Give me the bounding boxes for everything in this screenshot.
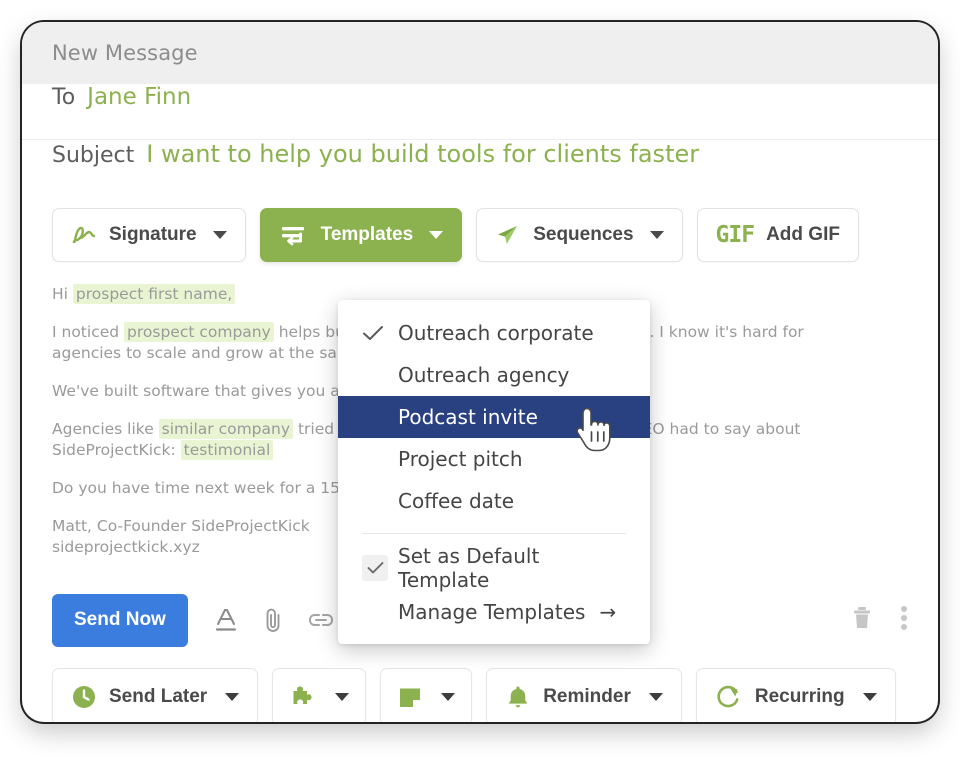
attachment-paperclip-icon[interactable] xyxy=(262,607,284,633)
text-format-icon[interactable] xyxy=(214,607,238,633)
recurring-button[interactable]: Recurring xyxy=(696,668,896,722)
menu-item-set-default-template[interactable]: Set as Default Template xyxy=(338,546,650,590)
insert-link-icon[interactable] xyxy=(308,608,334,632)
subject-field-row[interactable]: Subject I want to help you build tools f… xyxy=(22,140,938,198)
set-default-template-label: Set as Default Template xyxy=(398,544,632,592)
chevron-down-icon[interactable] xyxy=(650,231,664,239)
menu-item-outreach-agency[interactable]: Outreach agency xyxy=(338,354,650,396)
menu-item-coffee-date[interactable]: Coffee date xyxy=(338,480,650,522)
check-icon xyxy=(362,324,398,342)
compose-window: New Message To Jane Finn Subject I want … xyxy=(22,22,938,722)
menu-item-label: Outreach agency xyxy=(398,363,569,387)
gif-icon: GIF xyxy=(716,222,755,248)
chevron-down-icon[interactable] xyxy=(863,693,877,701)
p2-text-a: I noticed xyxy=(52,323,124,341)
menu-item-podcast-invite[interactable]: Podcast invite xyxy=(338,396,650,438)
app-root: New Message To Jane Finn Subject I want … xyxy=(0,0,960,760)
merge-token-first-name: prospect first name, xyxy=(73,284,235,304)
subject-input-value[interactable]: I want to help you build tools for clien… xyxy=(146,140,699,168)
to-label: To xyxy=(52,85,75,110)
signature-button[interactable]: Signature xyxy=(52,208,246,262)
more-options-kebab-icon[interactable] xyxy=(900,605,908,636)
merge-token-similar-company: similar company xyxy=(159,419,293,439)
chevron-down-icon[interactable] xyxy=(429,231,443,239)
to-recipient-value[interactable]: Jane Finn xyxy=(87,84,191,110)
to-field-row[interactable]: To Jane Finn xyxy=(22,84,938,140)
compose-bottom-bar: Send Later xyxy=(22,668,938,722)
menu-item-manage-templates[interactable]: Manage Templates → xyxy=(338,590,650,634)
menu-item-project-pitch[interactable]: Project pitch xyxy=(338,438,650,480)
greeting-text: Hi xyxy=(52,285,73,303)
send-later-label: Send Later xyxy=(109,686,207,708)
templates-dropdown-menu: Outreach corporate Outreach agency Podca… xyxy=(338,300,650,644)
recurring-refresh-icon xyxy=(715,684,743,710)
chevron-down-icon[interactable] xyxy=(213,231,227,239)
window-titlebar: New Message xyxy=(22,22,938,84)
menu-divider xyxy=(362,533,626,534)
puzzle-piece-icon xyxy=(289,684,317,710)
reminder-label: Reminder xyxy=(543,686,631,708)
sequences-button[interactable]: Sequences xyxy=(476,208,682,262)
signature-icon xyxy=(71,223,97,247)
menu-item-outreach-corporate[interactable]: Outreach corporate xyxy=(338,312,650,354)
templates-label: Templates xyxy=(321,224,414,246)
menu-item-label: Podcast invite xyxy=(398,405,538,429)
paper-plane-icon xyxy=(495,223,521,247)
sticky-note-icon xyxy=(397,684,423,710)
subject-label: Subject xyxy=(52,143,134,168)
templates-icon xyxy=(279,223,309,247)
chevron-down-icon[interactable] xyxy=(441,693,455,701)
delete-trash-icon[interactable] xyxy=(850,605,874,636)
templates-button[interactable]: Templates xyxy=(260,208,463,262)
reminder-button[interactable]: Reminder xyxy=(486,668,682,722)
send-now-button[interactable]: Send Now xyxy=(52,594,188,647)
signature-label: Signature xyxy=(109,224,197,246)
menu-item-label: Outreach corporate xyxy=(398,321,594,345)
add-gif-label: Add GIF xyxy=(766,224,840,246)
notes-button[interactable] xyxy=(380,668,472,722)
chevron-down-icon[interactable] xyxy=(225,693,239,701)
arrow-right-icon: → xyxy=(599,600,616,624)
merge-token-company: prospect company xyxy=(124,322,274,342)
action-bar-right-icons xyxy=(850,605,908,636)
sequences-label: Sequences xyxy=(533,224,633,246)
menu-item-label: Project pitch xyxy=(398,447,523,471)
menu-item-label: Coffee date xyxy=(398,489,514,513)
recurring-label: Recurring xyxy=(755,686,845,708)
chevron-down-icon[interactable] xyxy=(335,693,349,701)
manage-templates-label: Manage Templates xyxy=(398,600,585,624)
integrations-button[interactable] xyxy=(272,668,366,722)
add-gif-button[interactable]: GIF Add GIF xyxy=(697,208,859,262)
send-later-button[interactable]: Send Later xyxy=(52,668,258,722)
merge-token-testimonial: testimonial xyxy=(181,440,274,460)
window-title: New Message xyxy=(52,41,198,65)
compose-toolbar: Signature Templates xyxy=(22,198,938,262)
checkbox-checked-icon[interactable] xyxy=(362,555,398,581)
bell-icon xyxy=(505,684,531,710)
p4-text-a: Agencies like xyxy=(52,420,159,438)
chevron-down-icon[interactable] xyxy=(649,693,663,701)
clock-icon xyxy=(71,684,97,710)
